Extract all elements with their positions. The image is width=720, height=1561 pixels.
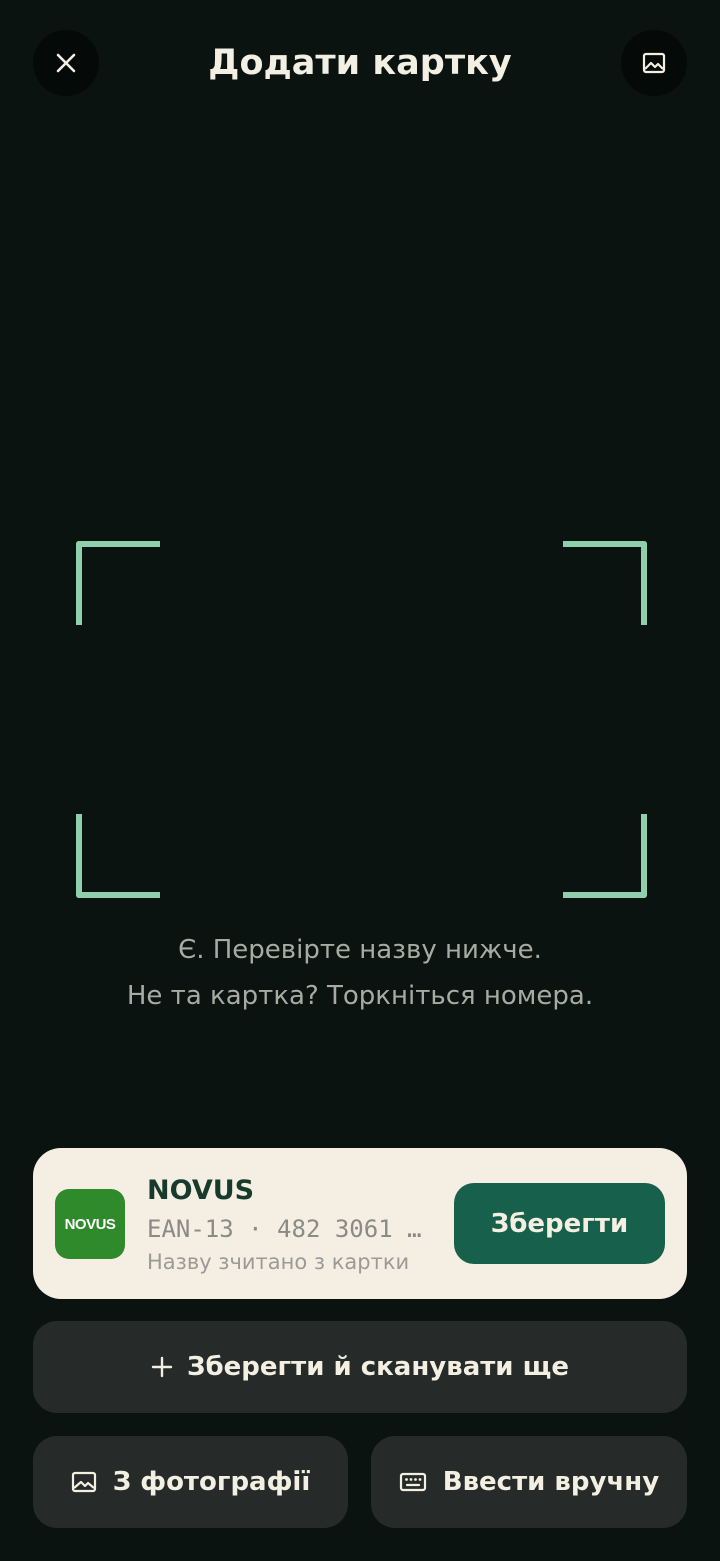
manual-entry-button[interactable]: Ввести вручну [371,1436,687,1528]
from-photo-label: З фотографії [112,1467,311,1497]
scan-frame-corner-top-right [563,541,647,625]
card-subtitle: Назву зчитано з картки [147,1250,410,1274]
from-photo-button[interactable]: З фотографії [33,1436,348,1528]
store-logo: NOVUS [55,1189,125,1259]
scan-frame-corner-bottom-left [76,814,160,898]
keyboard-icon [399,1472,427,1492]
plus-icon [151,1356,173,1378]
card-number[interactable]: EAN-13 · 482 3061 … [147,1212,437,1246]
gallery-button[interactable] [621,30,687,96]
scan-hint-line-2: Не та картка? Торкніться номера. [126,981,594,1011]
image-icon [71,1471,97,1493]
save-button[interactable]: Зберегти [454,1183,665,1264]
save-and-scan-button[interactable]: Зберегти й сканувати ще [33,1321,687,1413]
scan-result-card: NOVUS NOVUS EAN-13 · 482 3061 … Назву зч… [33,1148,687,1299]
scan-frame-corner-top-left [76,541,160,625]
save-and-scan-label: Зберегти й сканувати ще [187,1352,569,1382]
scan-hint-line-1: Є. Перевірте назву нижче. [178,935,542,965]
manual-entry-label: Ввести вручну [442,1467,660,1497]
store-name: NOVUS [147,1175,255,1206]
image-icon [642,52,666,74]
scan-frame-corner-bottom-right [563,814,647,898]
page-title: Додати картку [208,43,512,83]
